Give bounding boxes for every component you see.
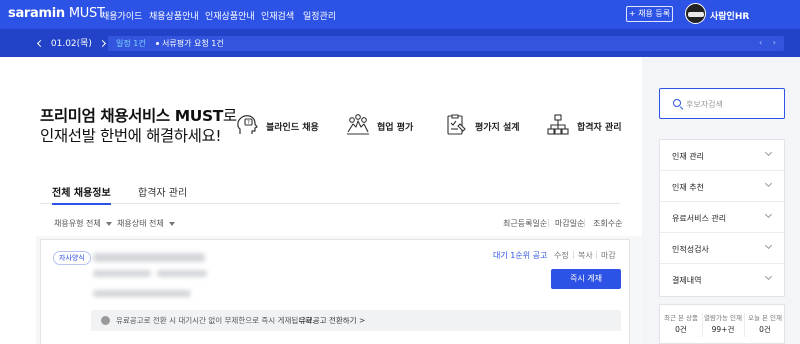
candidate-search-input[interactable] (686, 96, 776, 112)
chevron-left-icon[interactable] (36, 39, 45, 48)
filter-label: 채용상태 전체 (117, 219, 164, 228)
feature-label: 평가지 설계 (475, 123, 520, 133)
stat-value: 0건 (759, 325, 771, 334)
sidebar-item-talent-management[interactable]: 인재 관리 (660, 140, 784, 171)
schedule-bar: 01.02(목) 일정 1건 서류평가 요청 1건 ‹ › (0, 29, 800, 57)
redacted-meta (157, 270, 207, 277)
sidebar-item-paid-services[interactable]: 유료서비스 관리 (660, 202, 784, 233)
chevron-right-icon[interactable] (98, 39, 106, 48)
avatar[interactable] (685, 3, 706, 24)
stat-today-talent[interactable]: 오늘 본 인재 0건 (744, 305, 786, 344)
main-tabs: 전체 채용정보 합격자 관리 (40, 182, 620, 205)
notice-text: 유료공고로 전환 시 대기시간 없이 무제한으로 즉시 게재됩니다. (116, 316, 315, 325)
close-posting-button[interactable]: 마감 (601, 250, 616, 261)
chevron-down-icon (764, 241, 773, 250)
stat-recent-products[interactable]: 최근 본 상품 0건 (660, 305, 702, 344)
top-navigation: saramin MUST 채용가이드 채용상품안내 인재상품안내 인재검색 일정관… (0, 0, 800, 29)
headline-line2: 인재선발 한번에 해결하세요! (40, 127, 222, 145)
sort-views[interactable]: 조회수순 (593, 218, 622, 229)
company-name[interactable]: 사람인HR (710, 9, 749, 22)
org-chart-icon (547, 114, 569, 135)
filter-hiring-type[interactable]: 채용유형 전체 (54, 218, 112, 229)
date-navigator: 01.02(목) (36, 36, 106, 49)
main-content: 프리미엄 채용서비스 MUST로 인재선발 한번에 해결하세요! ? 블라인드 … (0, 57, 642, 344)
stat-value: 99+건 (711, 325, 735, 334)
candidate-search (659, 88, 785, 119)
sidebar-item-talent-recommend[interactable]: 인재 추천 (660, 171, 784, 202)
chevron-down-icon (764, 148, 773, 157)
filter-label: 채용유형 전체 (54, 219, 101, 228)
blind-hiring-icon: ? (237, 115, 258, 134)
stat-label: 오늘 본 인재 (747, 314, 783, 322)
schedule-ticker[interactable]: 일정 1건 서류평가 요청 1건 ‹ › (108, 36, 784, 51)
nav-hiring-products[interactable]: 채용상품안내 (149, 9, 199, 22)
sidebar-item-label: 인재 추천 (672, 183, 704, 192)
upgrade-notice: 유료공고로 전환 시 대기시간 없이 무제한으로 즉시 게재됩니다. 유료공고 … (91, 310, 621, 331)
post-job-button[interactable]: + 채용 등록 (626, 6, 673, 22)
nav-hiring-guide[interactable]: 채용가이드 (101, 9, 142, 22)
ticker-arrows[interactable]: ‹ › (759, 38, 780, 47)
ticker-status: 일정 1건 (116, 39, 146, 48)
hero-headline: 프리미엄 채용서비스 MUST로 인재선발 한번에 해결하세요! (40, 106, 237, 146)
redacted-title (93, 253, 205, 262)
current-date: 01.02(목) (50, 39, 92, 49)
info-icon (101, 316, 110, 325)
caret-down-icon (168, 221, 175, 226)
redacted-meta (93, 270, 151, 277)
sidebar-menu: 인재 관리 인재 추천 유료서비스 관리 인적성검사 결제내역 (659, 139, 785, 297)
stat-label: 열람가능 인재 (704, 314, 742, 322)
bullet-icon (156, 42, 159, 45)
tab-hire-management[interactable]: 합격자 관리 (138, 184, 187, 204)
feature-label: 블라인드 채용 (266, 123, 319, 133)
sidebar-item-label: 유료서비스 관리 (672, 214, 727, 223)
divider (573, 251, 574, 259)
divider (548, 219, 549, 227)
nav-talent-products[interactable]: 인재상품안내 (205, 9, 255, 22)
sidebar-item-payments[interactable]: 결제내역 (660, 264, 784, 295)
sidebar-item-label: 결제내역 (672, 276, 702, 285)
feature-label: 합격자 관리 (577, 123, 622, 133)
stat-value: 0건 (675, 325, 687, 334)
sidebar-item-aptitude-test[interactable]: 인적성검사 (660, 233, 784, 264)
caret-down-icon (105, 221, 112, 226)
saramin-must-logo[interactable]: saramin MUST (8, 6, 105, 21)
nav-schedule[interactable]: 일정관리 (303, 9, 336, 22)
chevron-down-icon (764, 210, 773, 219)
divider (596, 251, 597, 259)
divider (584, 219, 585, 227)
redacted-period (93, 290, 191, 297)
chevron-down-icon (764, 272, 773, 281)
job-posting-card: 자사양식 대기 1순위 공고 수정 복사 마감 즉시 게재 유료공고로 전환 시… (40, 239, 630, 344)
sidebar-item-label: 인적성검사 (672, 245, 709, 254)
edit-button[interactable]: 수정 (554, 250, 569, 261)
stat-viewable-talent[interactable]: 열람가능 인재 99+건 (702, 305, 744, 344)
search-icon[interactable] (673, 99, 681, 107)
logo-brand: saramin (8, 6, 65, 21)
nav-talent-search[interactable]: 인재검색 (261, 9, 294, 22)
sidebar-item-label: 인재 관리 (672, 152, 704, 161)
activity-stats: 최근 본 상품 0건 열람가능 인재 99+건 오늘 본 인재 0건 (659, 304, 785, 344)
feature-label: 협업 평가 (377, 123, 414, 133)
form-type-badge: 자사양식 (53, 251, 91, 265)
tab-all-jobs[interactable]: 전체 채용정보 (52, 184, 111, 205)
ticker-item-label: 서류평가 요청 1건 (162, 39, 224, 48)
upgrade-link[interactable]: 유료공고 전환하기 > (299, 315, 365, 326)
stat-label: 최근 본 상품 (663, 314, 699, 322)
evaluation-form-icon (447, 114, 466, 135)
sort-recent[interactable]: 최근등록일순 (503, 218, 547, 229)
sort-deadline[interactable]: 마감일순 (555, 218, 584, 229)
ticker-item[interactable]: 서류평가 요청 1건 (156, 38, 224, 49)
post-now-button[interactable]: 즉시 게재 (551, 269, 621, 289)
svg-text:?: ? (247, 120, 250, 126)
copy-button[interactable]: 복사 (578, 250, 593, 261)
waiting-priority-link[interactable]: 대기 1순위 공고 (493, 250, 547, 261)
filter-hiring-status[interactable]: 채용상태 전체 (117, 218, 175, 229)
chevron-down-icon (764, 179, 773, 188)
logo-product: MUST (68, 6, 105, 21)
collaboration-icon (347, 114, 369, 135)
headline-bold: 프리미엄 채용서비스 MUST (40, 107, 223, 125)
